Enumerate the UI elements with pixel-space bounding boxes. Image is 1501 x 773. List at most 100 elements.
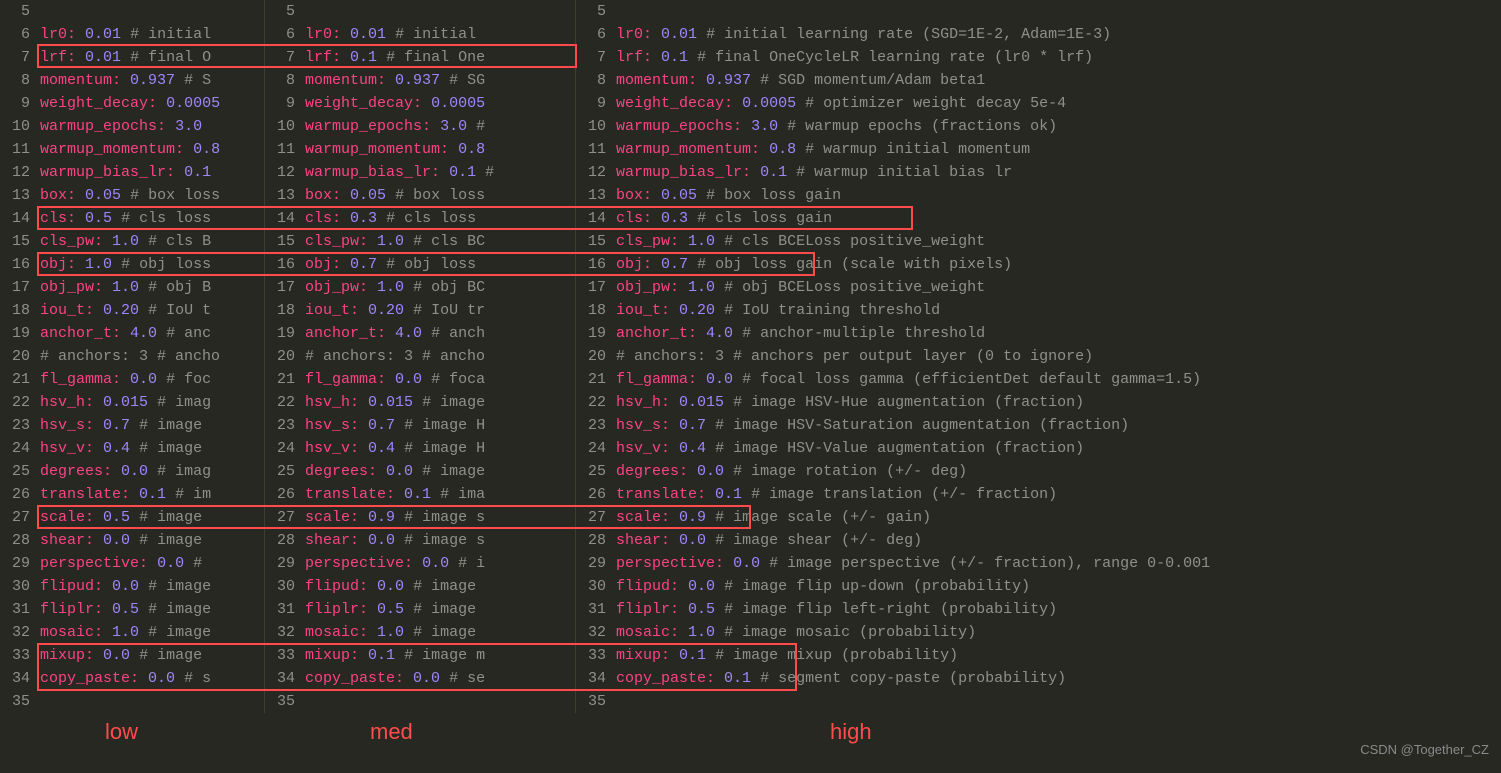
code-line[interactable]: 26translate: 0.1 # image translation (+/… (576, 483, 1501, 506)
code-line[interactable]: 35 (0, 690, 264, 713)
code-line[interactable]: 24hsv_v: 0.4 # image (0, 437, 264, 460)
code-line[interactable]: 23hsv_s: 0.7 # image HSV-Saturation augm… (576, 414, 1501, 437)
pane-low[interactable]: 56lr0: 0.01 # initial7lrf: 0.01 # final … (0, 0, 264, 713)
code-line[interactable]: 18iou_t: 0.20 # IoU tr (265, 299, 575, 322)
code-line[interactable]: 10warmup_epochs: 3.0 (0, 115, 264, 138)
code-line[interactable]: 23hsv_s: 0.7 # image (0, 414, 264, 437)
code-line[interactable]: 28shear: 0.0 # image shear (+/- deg) (576, 529, 1501, 552)
code-line[interactable]: 22hsv_h: 0.015 # image HSV-Hue augmentat… (576, 391, 1501, 414)
code-line[interactable]: 14cls: 0.3 # cls loss (265, 207, 575, 230)
code-line[interactable]: 30flipud: 0.0 # image flip up-down (prob… (576, 575, 1501, 598)
code-line[interactable]: 5 (0, 0, 264, 23)
pane-med[interactable]: 56lr0: 0.01 # initial7lrf: 0.1 # final O… (265, 0, 575, 713)
code-line[interactable]: 25degrees: 0.0 # image rotation (+/- deg… (576, 460, 1501, 483)
code-line[interactable]: 21fl_gamma: 0.0 # foc (0, 368, 264, 391)
code-line[interactable]: 22hsv_h: 0.015 # image (265, 391, 575, 414)
code-line[interactable]: 29perspective: 0.0 # (0, 552, 264, 575)
code-line[interactable]: 28shear: 0.0 # image (0, 529, 264, 552)
yaml-value: 1.0 (688, 279, 715, 296)
yaml-comment: # cls BCELoss positive_weight (715, 233, 985, 250)
code-line[interactable]: 15cls_pw: 1.0 # cls BC (265, 230, 575, 253)
code-line[interactable]: 11warmup_momentum: 0.8 (0, 138, 264, 161)
code-line[interactable]: 10warmup_epochs: 3.0 # warmup epochs (fr… (576, 115, 1501, 138)
code-line[interactable]: 25degrees: 0.0 # imag (0, 460, 264, 483)
code-line[interactable]: 11warmup_momentum: 0.8 # warmup initial … (576, 138, 1501, 161)
code-line[interactable]: 34copy_paste: 0.0 # s (0, 667, 264, 690)
code-line[interactable]: 29perspective: 0.0 # image perspective (… (576, 552, 1501, 575)
code-line[interactable]: 26translate: 0.1 # ima (265, 483, 575, 506)
code-line[interactable]: 20# anchors: 3 # ancho (265, 345, 575, 368)
code-line[interactable]: 34copy_paste: 0.0 # se (265, 667, 575, 690)
code-line[interactable]: 17obj_pw: 1.0 # obj BCELoss positive_wei… (576, 276, 1501, 299)
code-line[interactable]: 16obj: 0.7 # obj loss (265, 253, 575, 276)
code-line[interactable]: 30flipud: 0.0 # image (265, 575, 575, 598)
code-line[interactable]: 33mixup: 0.0 # image (0, 644, 264, 667)
code-line[interactable]: 7lrf: 0.1 # final OneCycleLR learning ra… (576, 46, 1501, 69)
code-line[interactable]: 13box: 0.05 # box loss (0, 184, 264, 207)
code-line[interactable]: 19anchor_t: 4.0 # anch (265, 322, 575, 345)
code-line[interactable]: 7lrf: 0.1 # final One (265, 46, 575, 69)
code-line[interactable]: 14cls: 0.3 # cls loss gain (576, 207, 1501, 230)
code-line[interactable]: 8momentum: 0.937 # SG (265, 69, 575, 92)
code-line[interactable]: 8momentum: 0.937 # S (0, 69, 264, 92)
code-line[interactable]: 18iou_t: 0.20 # IoU t (0, 299, 264, 322)
code-line[interactable]: 18iou_t: 0.20 # IoU training threshold (576, 299, 1501, 322)
code-line[interactable]: 20# anchors: 3 # anchors per output laye… (576, 345, 1501, 368)
code-line[interactable]: 33mixup: 0.1 # image m (265, 644, 575, 667)
code-line[interactable]: 31fliplr: 0.5 # image (0, 598, 264, 621)
code-line[interactable]: 12warmup_bias_lr: 0.1 # (265, 161, 575, 184)
code-line[interactable]: 29perspective: 0.0 # i (265, 552, 575, 575)
code-line[interactable]: 23hsv_s: 0.7 # image H (265, 414, 575, 437)
code-line[interactable]: 22hsv_h: 0.015 # imag (0, 391, 264, 414)
code-line[interactable]: 31fliplr: 0.5 # image (265, 598, 575, 621)
code-line[interactable]: 7lrf: 0.01 # final O (0, 46, 264, 69)
code-line[interactable]: 15cls_pw: 1.0 # cls B (0, 230, 264, 253)
code-line[interactable]: 19anchor_t: 4.0 # anchor-multiple thresh… (576, 322, 1501, 345)
code-line[interactable]: 24hsv_v: 0.4 # image H (265, 437, 575, 460)
line-number: 23 (4, 414, 40, 437)
code-line[interactable]: 16obj: 0.7 # obj loss gain (scale with p… (576, 253, 1501, 276)
code-line[interactable]: 33mixup: 0.1 # image mixup (probability) (576, 644, 1501, 667)
code-line[interactable]: 16obj: 1.0 # obj loss (0, 253, 264, 276)
code-line[interactable]: 12warmup_bias_lr: 0.1 (0, 161, 264, 184)
code-line[interactable]: 14cls: 0.5 # cls loss (0, 207, 264, 230)
code-line[interactable]: 27scale: 0.9 # image scale (+/- gain) (576, 506, 1501, 529)
code-line[interactable]: 34copy_paste: 0.1 # segment copy-paste (… (576, 667, 1501, 690)
code-line[interactable]: 6lr0: 0.01 # initial (265, 23, 575, 46)
code-line[interactable]: 25degrees: 0.0 # image (265, 460, 575, 483)
code-line[interactable]: 24hsv_v: 0.4 # image HSV-Value augmentat… (576, 437, 1501, 460)
code-line[interactable]: 17obj_pw: 1.0 # obj BC (265, 276, 575, 299)
code-line[interactable]: 9weight_decay: 0.0005 (265, 92, 575, 115)
code-line[interactable]: 5 (576, 0, 1501, 23)
code-line[interactable]: 21fl_gamma: 0.0 # focal loss gamma (effi… (576, 368, 1501, 391)
code-line[interactable]: 32mosaic: 1.0 # image (265, 621, 575, 644)
code-line[interactable]: 9weight_decay: 0.0005 # optimizer weight… (576, 92, 1501, 115)
code-line[interactable]: 27scale: 0.5 # image (0, 506, 264, 529)
yaml-value: 0.0005 (166, 95, 220, 112)
code-line[interactable]: 28shear: 0.0 # image s (265, 529, 575, 552)
code-line[interactable]: 10warmup_epochs: 3.0 # (265, 115, 575, 138)
code-line[interactable]: 35 (576, 690, 1501, 713)
code-line[interactable]: 35 (265, 690, 575, 713)
code-line[interactable]: 26translate: 0.1 # im (0, 483, 264, 506)
pane-high[interactable]: 56lr0: 0.01 # initial learning rate (SGD… (576, 0, 1501, 713)
code-line[interactable]: 31fliplr: 0.5 # image flip left-right (p… (576, 598, 1501, 621)
code-line[interactable]: 21fl_gamma: 0.0 # foca (265, 368, 575, 391)
code-line[interactable]: 12warmup_bias_lr: 0.1 # warmup initial b… (576, 161, 1501, 184)
code-line[interactable]: 32mosaic: 1.0 # image (0, 621, 264, 644)
code-line[interactable]: 13box: 0.05 # box loss (265, 184, 575, 207)
code-line[interactable]: 27scale: 0.9 # image s (265, 506, 575, 529)
code-line[interactable]: 30flipud: 0.0 # image (0, 575, 264, 598)
code-line[interactable]: 13box: 0.05 # box loss gain (576, 184, 1501, 207)
code-line[interactable]: 11warmup_momentum: 0.8 (265, 138, 575, 161)
code-line[interactable]: 19anchor_t: 4.0 # anc (0, 322, 264, 345)
code-line[interactable]: 6lr0: 0.01 # initial learning rate (SGD=… (576, 23, 1501, 46)
code-line[interactable]: 32mosaic: 1.0 # image mosaic (probabilit… (576, 621, 1501, 644)
code-line[interactable]: 20# anchors: 3 # ancho (0, 345, 264, 368)
code-line[interactable]: 8momentum: 0.937 # SGD momentum/Adam bet… (576, 69, 1501, 92)
code-line[interactable]: 5 (265, 0, 575, 23)
code-line[interactable]: 17obj_pw: 1.0 # obj B (0, 276, 264, 299)
code-line[interactable]: 15cls_pw: 1.0 # cls BCELoss positive_wei… (576, 230, 1501, 253)
code-line[interactable]: 6lr0: 0.01 # initial (0, 23, 264, 46)
code-line[interactable]: 9weight_decay: 0.0005 (0, 92, 264, 115)
